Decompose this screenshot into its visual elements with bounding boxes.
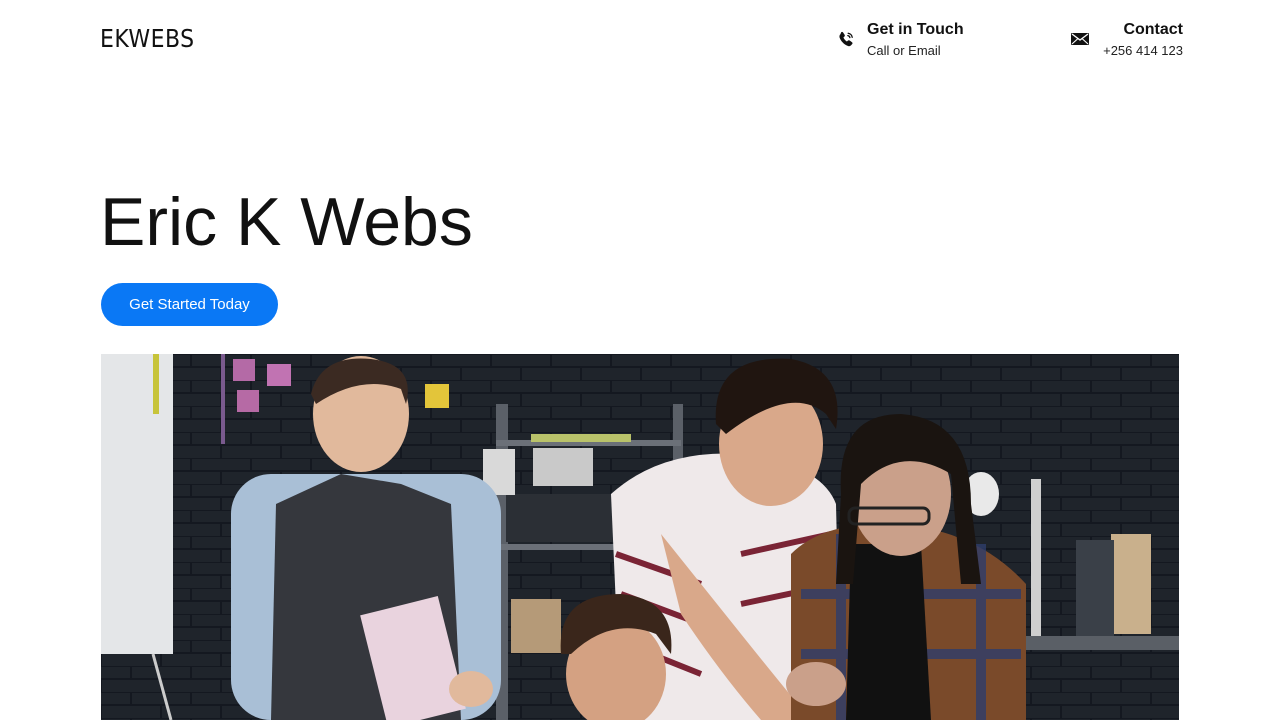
get-in-touch-title: Get in Touch [867, 21, 964, 38]
hero-title: Eric K Webs [100, 184, 473, 260]
site-logo[interactable]: EKWEBS [100, 24, 195, 54]
get-started-button[interactable]: Get Started Today [101, 283, 278, 326]
contact-phone[interactable]: +256 414 123 [1103, 43, 1183, 59]
contact-block[interactable]: Contact +256 414 123 [1068, 18, 1183, 64]
site-header: EKWEBS Get in Touch Call or Email Contac… [0, 0, 1280, 82]
get-in-touch-block[interactable]: Get in Touch Call or Email [836, 18, 966, 64]
team-working-photo [101, 354, 1179, 720]
contact-title: Contact [1123, 21, 1183, 38]
envelope-icon [1070, 31, 1090, 51]
page: EKWEBS Get in Touch Call or Email Contac… [0, 0, 1280, 720]
get-in-touch-subtitle: Call or Email [867, 43, 941, 58]
phone-icon [836, 30, 856, 50]
